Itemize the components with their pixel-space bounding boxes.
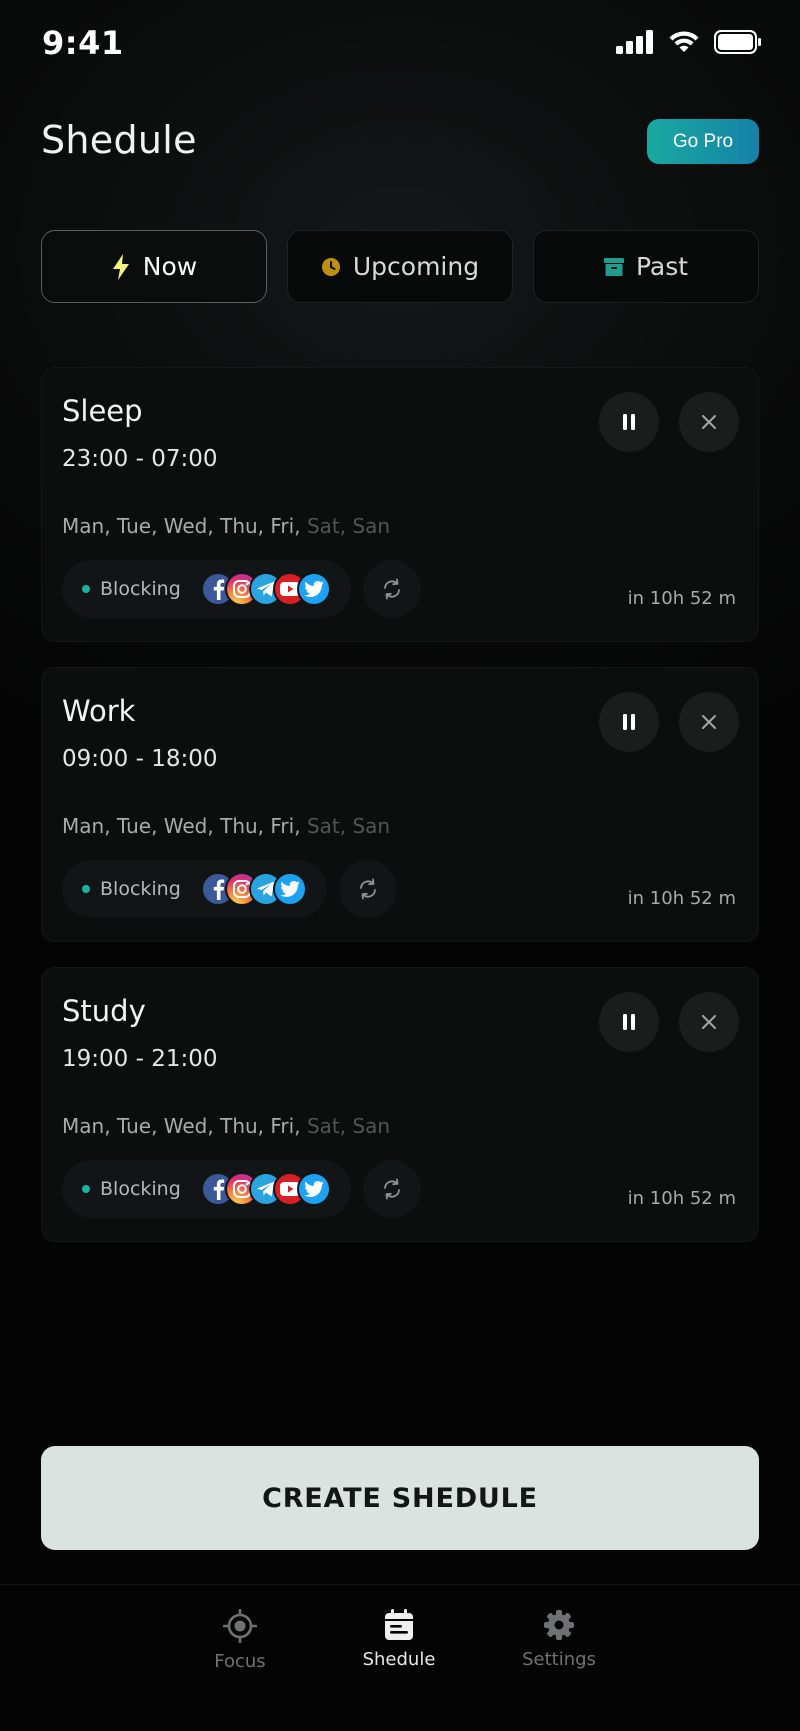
repeat-icon bbox=[360, 878, 376, 900]
schedule-days: Man, Tue, Wed, Thu, Fri, Sat, San bbox=[62, 514, 390, 538]
twitter-icon bbox=[296, 1172, 331, 1206]
archive-icon bbox=[603, 257, 624, 276]
schedule-time-range: 19:00 - 21:00 bbox=[62, 1046, 218, 1072]
pause-button[interactable] bbox=[599, 692, 659, 752]
nav-item-shedule[interactable]: Shedule bbox=[339, 1609, 459, 1670]
schedule-title: Work bbox=[62, 694, 136, 728]
active-days: Man, Tue, Wed, Thu, Fri, bbox=[62, 1114, 301, 1138]
close-icon bbox=[702, 715, 716, 729]
status-bar: 9:41 bbox=[0, 0, 800, 90]
gear-icon bbox=[544, 1610, 574, 1640]
schedule-days: Man, Tue, Wed, Thu, Fri, Sat, San bbox=[62, 1114, 390, 1138]
twitter-icon bbox=[296, 572, 331, 606]
cellular-signal-icon bbox=[616, 30, 653, 54]
close-button[interactable] bbox=[679, 992, 739, 1052]
blocked-apps bbox=[200, 872, 307, 906]
active-days: Man, Tue, Wed, Thu, Fri, bbox=[62, 814, 301, 838]
schedule-days: Man, Tue, Wed, Thu, Fri, Sat, San bbox=[62, 814, 390, 838]
status-dot bbox=[82, 585, 90, 593]
nav-label: Settings bbox=[522, 1649, 596, 1670]
close-button[interactable] bbox=[679, 692, 739, 752]
schedule-title: Sleep bbox=[62, 394, 143, 428]
tab-past[interactable]: Past bbox=[533, 230, 759, 303]
active-days: Man, Tue, Wed, Thu, Fri, bbox=[62, 514, 301, 538]
schedule-eta: in 10h 52 m bbox=[627, 588, 736, 609]
pause-icon bbox=[623, 414, 635, 430]
schedule-time-range: 09:00 - 18:00 bbox=[62, 746, 218, 772]
wifi-icon bbox=[669, 31, 699, 52]
blocked-apps bbox=[200, 572, 331, 606]
repeat-icon bbox=[384, 578, 400, 600]
lightning-icon bbox=[112, 253, 129, 280]
nav-label: Focus bbox=[214, 1651, 266, 1672]
status-dot bbox=[82, 1185, 90, 1193]
bottom-nav: Focus Shedule Settings bbox=[0, 1584, 800, 1731]
calendar-icon bbox=[385, 1609, 413, 1640]
blocking-pill[interactable]: Blocking bbox=[62, 560, 351, 618]
twitter-icon bbox=[272, 872, 307, 906]
close-icon bbox=[702, 415, 716, 429]
inactive-days: Sat, San bbox=[306, 514, 391, 538]
schedule-time-range: 23:00 - 07:00 bbox=[62, 446, 218, 472]
tab-upcoming[interactable]: Upcoming bbox=[287, 230, 513, 303]
close-button[interactable] bbox=[679, 392, 739, 452]
schedule-card-work[interactable]: Work 09:00 - 18:00 Man, Tue, Wed, Thu, F… bbox=[41, 667, 759, 942]
schedule-eta: in 10h 52 m bbox=[627, 888, 736, 909]
schedule-title: Study bbox=[62, 994, 146, 1028]
pause-button[interactable] bbox=[599, 392, 659, 452]
go-pro-button[interactable]: Go Pro bbox=[647, 119, 759, 164]
repeat-button[interactable] bbox=[339, 860, 397, 918]
tab-label: Upcoming bbox=[352, 252, 480, 281]
blocking-label: Blocking bbox=[100, 878, 181, 900]
tab-label: Past bbox=[635, 252, 689, 281]
status-time: 9:41 bbox=[42, 24, 124, 62]
tab-label: Now bbox=[142, 252, 198, 281]
nav-label: Shedule bbox=[362, 1649, 436, 1670]
close-icon bbox=[702, 1015, 716, 1029]
pause-icon bbox=[623, 714, 635, 730]
battery-icon bbox=[714, 30, 761, 54]
page-title: Shedule bbox=[41, 118, 197, 162]
blocking-pill[interactable]: Blocking bbox=[62, 860, 327, 918]
blocking-label: Blocking bbox=[100, 1178, 181, 1200]
clock-icon bbox=[321, 257, 340, 276]
target-icon bbox=[223, 1609, 257, 1643]
nav-item-settings[interactable]: Settings bbox=[499, 1609, 619, 1670]
pause-icon bbox=[623, 1014, 635, 1030]
repeat-button[interactable] bbox=[363, 560, 421, 618]
inactive-days: Sat, San bbox=[306, 1114, 391, 1138]
create-schedule-button[interactable]: CREATE SHEDULE bbox=[41, 1446, 759, 1550]
status-dot bbox=[82, 885, 90, 893]
repeat-icon bbox=[384, 1178, 400, 1200]
schedule-card-sleep[interactable]: Sleep 23:00 - 07:00 Man, Tue, Wed, Thu, … bbox=[41, 367, 759, 642]
blocking-pill[interactable]: Blocking bbox=[62, 1160, 351, 1218]
schedule-eta: in 10h 52 m bbox=[627, 1188, 736, 1209]
blocked-apps bbox=[200, 1172, 331, 1206]
nav-item-focus[interactable]: Focus bbox=[180, 1609, 300, 1672]
tab-now[interactable]: Now bbox=[41, 230, 267, 303]
pause-button[interactable] bbox=[599, 992, 659, 1052]
repeat-button[interactable] bbox=[363, 1160, 421, 1218]
blocking-label: Blocking bbox=[100, 578, 181, 600]
status-icons bbox=[616, 30, 762, 54]
schedule-card-study[interactable]: Study 19:00 - 21:00 Man, Tue, Wed, Thu, … bbox=[41, 967, 759, 1242]
inactive-days: Sat, San bbox=[306, 814, 391, 838]
